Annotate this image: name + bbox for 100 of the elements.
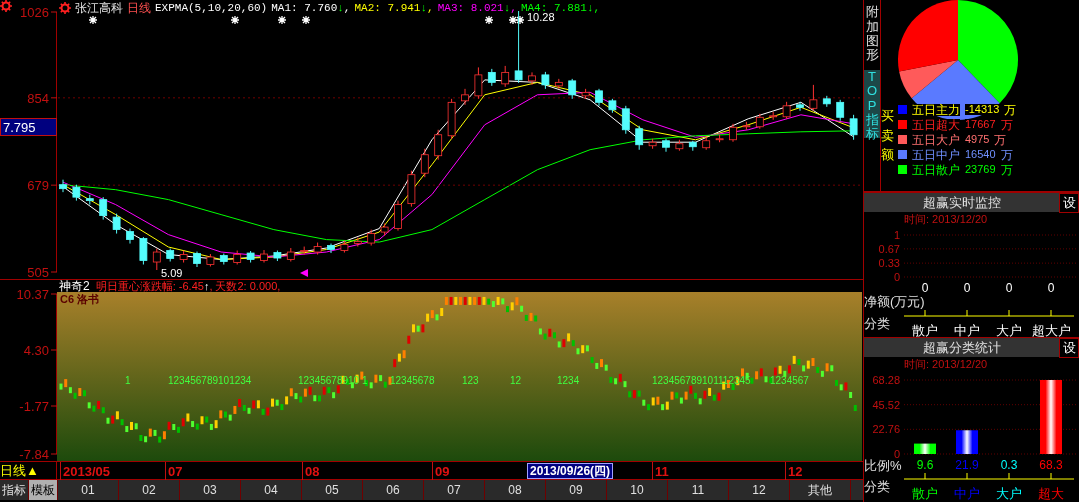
candlestick — [233, 250, 242, 265]
y-axis-label: 45.52 — [872, 398, 900, 411]
price-axis-label: 505 — [27, 265, 49, 280]
category-label: 大户 — [995, 487, 1023, 500]
value-label: 68.3 — [1038, 459, 1064, 471]
candlestick — [447, 98, 456, 140]
candlestick — [796, 101, 804, 112]
candlestick — [394, 200, 402, 232]
candlestick — [126, 228, 134, 245]
moving-average-value: MA4: 7.881↓, — [520, 2, 601, 14]
value-label: 0.3 — [999, 459, 1019, 471]
indicator-title: 神奇2 — [59, 280, 90, 292]
candlestick — [849, 114, 858, 141]
low-price-label: 5.09 — [160, 268, 184, 279]
triangle-marker-icon — [300, 269, 308, 277]
candlestick — [59, 179, 67, 193]
count-label: 12 — [510, 376, 522, 386]
legend-unit: 万 — [1000, 148, 1013, 161]
candlestick — [340, 240, 349, 254]
legend-unit: 万 — [1000, 163, 1013, 176]
candlestick — [420, 148, 429, 178]
candlestick — [755, 113, 764, 130]
candlestick — [461, 88, 469, 106]
candlestick — [327, 243, 335, 254]
candlestick — [742, 121, 751, 131]
moving-average-value: MA1: 7.760↓, — [271, 2, 351, 14]
count-label: 123 — [462, 376, 479, 386]
candlestick — [179, 250, 188, 263]
candlestick — [568, 78, 577, 100]
axis-title: 分类 — [864, 317, 891, 330]
candlestick — [206, 253, 215, 267]
candlestick — [353, 237, 362, 248]
stock-name: 张江高科 — [75, 2, 123, 14]
candlestick — [313, 242, 322, 256]
candlestick — [581, 88, 590, 100]
candlestick — [99, 196, 108, 221]
time-label: 时间: 2013/12/20 — [903, 357, 989, 372]
candlestick — [648, 138, 657, 150]
value-label: 0 — [921, 282, 930, 294]
candlestick — [769, 111, 778, 121]
bottom-tab[interactable]: 模板 — [29, 480, 58, 500]
legend-label: 五日大户 — [912, 133, 960, 146]
candlestick — [528, 71, 536, 86]
side-tab[interactable]: TOP指标 — [864, 70, 880, 138]
legend-label: 五日中户 — [912, 148, 960, 161]
count-label: 1234567 — [770, 376, 809, 386]
legend-unit: 万 — [1000, 118, 1013, 131]
legend-value: 16540 — [965, 149, 996, 160]
candlestick — [662, 138, 670, 153]
candlestick — [836, 99, 845, 122]
candlestick — [809, 84, 818, 112]
legend-label: 五日散户 — [912, 163, 960, 176]
candlestick — [822, 95, 831, 108]
candlestick — [729, 123, 737, 143]
star-marker-icon — [88, 15, 98, 25]
candlestick — [246, 250, 255, 263]
star-marker-icon — [508, 15, 518, 25]
candlestick — [407, 170, 416, 208]
gear-icon[interactable] — [59, 2, 71, 14]
candlestick — [715, 134, 724, 143]
candlestick — [166, 248, 175, 262]
axis-title: 净额(万元) — [864, 295, 925, 309]
value-label: 21.9 — [954, 459, 980, 471]
indicator-axis-label: -7.84 — [19, 447, 49, 462]
settings-button[interactable]: 设 — [1059, 192, 1079, 213]
candlestick — [286, 247, 295, 262]
gear-icon[interactable] — [0, 0, 12, 12]
period-indicator[interactable]: 日线▲ — [0, 464, 39, 477]
candlestick — [367, 229, 376, 247]
star-marker-icon — [515, 15, 525, 25]
moving-average-value: MA3: 8.021↓, — [437, 2, 517, 14]
candlestick — [139, 236, 148, 265]
star-marker-icon — [484, 15, 494, 25]
legend-value: 4975 — [965, 134, 990, 145]
category-label: 中户 — [953, 324, 981, 337]
candlestick — [688, 140, 697, 152]
candlestick — [675, 139, 684, 152]
y-axis-label: 0 — [893, 271, 900, 281]
y-axis-label: 0 — [893, 448, 900, 458]
candlestick — [112, 213, 121, 235]
count-label: 123456789101234 — [168, 376, 252, 386]
settings-button[interactable]: 设 — [1059, 337, 1079, 358]
candlestick — [152, 248, 161, 271]
indicator-axis-label: 4.30 — [23, 343, 49, 358]
category-label: 散户 — [911, 487, 939, 500]
legend-value: -14313 — [965, 104, 1000, 115]
legend-unit: 万 — [994, 133, 1007, 146]
indicator-axis-label: -1.77 — [19, 399, 49, 414]
y-axis-label: 68.28 — [872, 374, 900, 386]
candlestick — [595, 88, 603, 107]
legend-value: 23769 — [965, 164, 996, 175]
candlestick — [782, 101, 791, 120]
candlestick — [273, 250, 282, 262]
value-label: 0 — [1004, 282, 1014, 294]
value-label: 0 — [962, 282, 972, 294]
star-marker-icon — [301, 15, 311, 25]
candlestick — [635, 125, 644, 151]
price-axis-label: 679 — [27, 178, 49, 194]
bottom-tab[interactable]: 指标 — [0, 480, 29, 500]
value-label: 0 — [1046, 282, 1056, 294]
